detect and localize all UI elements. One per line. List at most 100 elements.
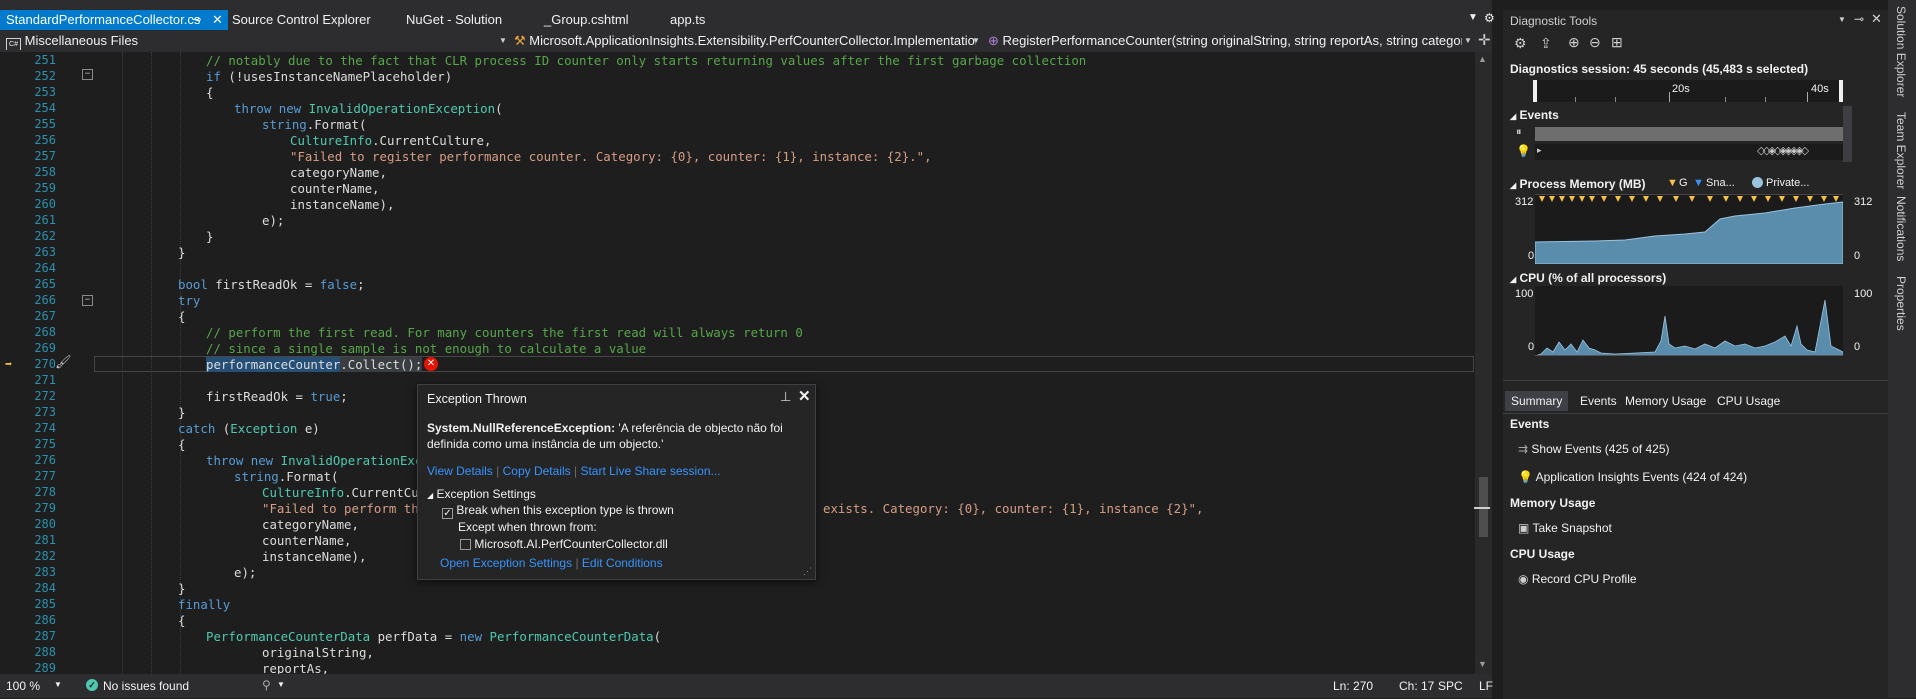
selection-handle-left[interactable] [1533,80,1537,102]
open-exception-settings-link[interactable]: Open Exception Settings [440,556,572,570]
export-icon[interactable]: ⇪ [1540,35,1552,52]
view-details-link[interactable]: View Details [427,464,493,478]
scroll-down-icon[interactable]: ▼ [1478,659,1487,669]
code-text: } [178,405,186,420]
tab-app-ts[interactable]: app.ts [664,10,705,30]
tab-standard-performance-collector[interactable]: StandardPerformanceCollector.cs ⊸ ✕ [0,10,228,30]
member-label: RegisterPerformanceCounter(string origin… [1002,33,1462,48]
snapshot-marker-icon: ▼ [1693,177,1704,189]
selection-handle-right[interactable] [1839,80,1843,102]
timeline-ruler[interactable]: 20s 40s [1533,80,1843,102]
application-insights-events-link[interactable]: 💡 Application Insights Events (424 of 42… [1518,470,1747,484]
solution-explorer-tab[interactable]: Solution Explorer [1894,6,1908,97]
tab-memory-usage[interactable]: Memory Usage [1625,391,1706,411]
chevron-down-icon[interactable]: ▼ [1838,15,1846,24]
line-ending-status[interactable]: LF [1479,679,1493,693]
collapse-toggle[interactable]: − [82,69,93,80]
close-icon[interactable]: ✕ [1871,11,1882,27]
tab-summary[interactable]: Summary [1505,391,1569,411]
exception-settings-header[interactable]: ◢ Exception Settings [427,487,536,501]
line-number: 255 [34,117,56,131]
legend-gc-label: G [1679,177,1688,189]
show-events-link[interactable]: ⇉ Show Events (425 of 425) [1518,442,1670,456]
close-icon[interactable]: ✕ [798,387,811,405]
scroll-up-icon[interactable]: ▲ [1478,54,1487,64]
split-editor-icon[interactable]: ✛ [1478,31,1491,49]
properties-tab[interactable]: Properties [1894,276,1908,331]
chevron-down-icon[interactable]: ▼ [499,36,507,45]
break-when-thrown-checkbox[interactable]: ✓ Break when this exception type is thro… [442,503,674,519]
line-number: 283 [34,565,56,579]
pin-icon[interactable]: ⊸ [192,10,201,30]
collapse-toggle[interactable]: − [82,295,93,306]
events-ai-track[interactable]: ▸ ◇◇◈◇◈◈◈◈◇ [1535,144,1843,160]
edit-conditions-link[interactable]: Edit Conditions [582,556,663,570]
pin-icon[interactable]: ⊥ [780,389,791,405]
camera-icon: ▣ [1518,521,1530,535]
zoom-in-icon[interactable]: ⊕ [1568,34,1580,51]
tab-group-cshtml[interactable]: _Group.cshtml [538,10,629,30]
member-dropdown[interactable]: ⊕ RegisterPerformanceCounter(string orig… [988,32,1462,50]
project-dropdown[interactable]: C# Miscellaneous Files [6,32,496,50]
code-type: PerformanceCounterData [206,629,371,644]
settings-gear-icon[interactable]: ⚙ [1484,11,1495,25]
editor-vertical-scrollbar[interactable]: ▲ ▼ [1474,52,1492,674]
code-type: InvalidOperationExce [280,453,430,468]
pin-icon[interactable]: ⊸ [1854,12,1864,26]
issues-status[interactable]: No issues found [103,679,189,693]
tab-label: StandardPerformanceCollector.cs [6,12,201,27]
tab-source-control-explorer[interactable]: Source Control Explorer [226,10,371,30]
cpu-graph[interactable] [1535,286,1843,356]
tab-events[interactable]: Events [1580,391,1617,411]
chevron-down-icon[interactable]: ▼ [972,36,980,45]
checkbox-checked-icon[interactable]: ✓ [442,508,453,519]
tab-nuget-solution[interactable]: NuGet - Solution [400,10,502,30]
take-snapshot-button[interactable]: ▣ Take Snapshot [1518,521,1612,535]
resize-grip-icon[interactable]: ⋰ [803,566,812,577]
code-text: instanceName), [290,197,395,212]
line-number: 257 [34,149,56,163]
tick-label: 20s [1672,83,1690,95]
paintbrush-icon[interactable]: 🖌 [55,355,72,370]
copy-details-link[interactable]: Copy Details [503,464,571,478]
events-header[interactable]: ◢ Events [1510,108,1559,122]
chevron-down-icon[interactable]: ▼ [54,680,62,689]
module-exception-checkbox[interactable]: Microsoft.AI.PerfCounterCollector.dll [460,537,668,551]
zoom-out-icon[interactable]: ⊖ [1589,34,1601,51]
tab-overflow-icon[interactable]: ▼ [1468,12,1478,23]
memory-axis-max: 312 [1515,196,1534,208]
team-explorer-tab[interactable]: Team Explorer [1894,112,1908,189]
class-icon: ⚒ [514,33,526,48]
notifications-tab[interactable]: Notifications [1894,196,1908,261]
zoom-level[interactable]: 100 % [6,679,40,693]
code-text: counterName, [262,533,352,548]
process-memory-graph[interactable] [1535,194,1843,264]
close-icon[interactable]: ✕ [212,10,223,30]
events-break-track[interactable] [1535,127,1843,141]
error-icon[interactable]: ✕ [424,357,438,371]
tab-cpu-usage[interactable]: CPU Usage [1717,391,1780,411]
checkbox-unchecked-icon[interactable] [460,539,471,550]
line-number-status[interactable]: Ln: 270 [1333,679,1373,693]
lightbulb-icon: 💡 [1518,470,1533,484]
code-comment: // notably due to the fact that CLR proc… [206,53,1087,68]
settings-gear-icon[interactable]: ⚙ [1514,35,1527,52]
class-dropdown[interactable]: ⚒ Microsoft.ApplicationInsights.Extensib… [514,32,976,50]
process-memory-header[interactable]: ◢ Process Memory (MB) [1510,177,1646,191]
code-keyword: try [178,293,201,308]
chevron-down-icon[interactable]: ▼ [1464,36,1472,45]
column-status[interactable]: Ch: 17 [1399,679,1434,693]
cpu-header[interactable]: ◢ CPU (% of all processors) [1510,271,1666,285]
code-editor[interactable]: 251 252 253 254 255 256 257 258 259 260 261 262 263 2… [0,52,1475,674]
chevron-down-icon[interactable]: ▼ [277,680,285,689]
whitespace-status[interactable]: SPC [1438,679,1463,693]
tab-label: NuGet - Solution [406,12,503,27]
reset-view-icon[interactable]: ⊞ [1611,34,1623,51]
code-text: perfData = [370,629,460,644]
record-cpu-profile-button[interactable]: ◉ Record CPU Profile [1518,572,1637,586]
diagnostic-tools-title: Diagnostic Tools [1510,14,1598,28]
live-share-link[interactable]: Start Live Share session... [580,464,720,478]
line-number: 271 [34,373,56,387]
popup-title: Exception Thrown [427,392,527,406]
code-cleanup-brush-icon[interactable]: ⚲ [262,678,271,692]
